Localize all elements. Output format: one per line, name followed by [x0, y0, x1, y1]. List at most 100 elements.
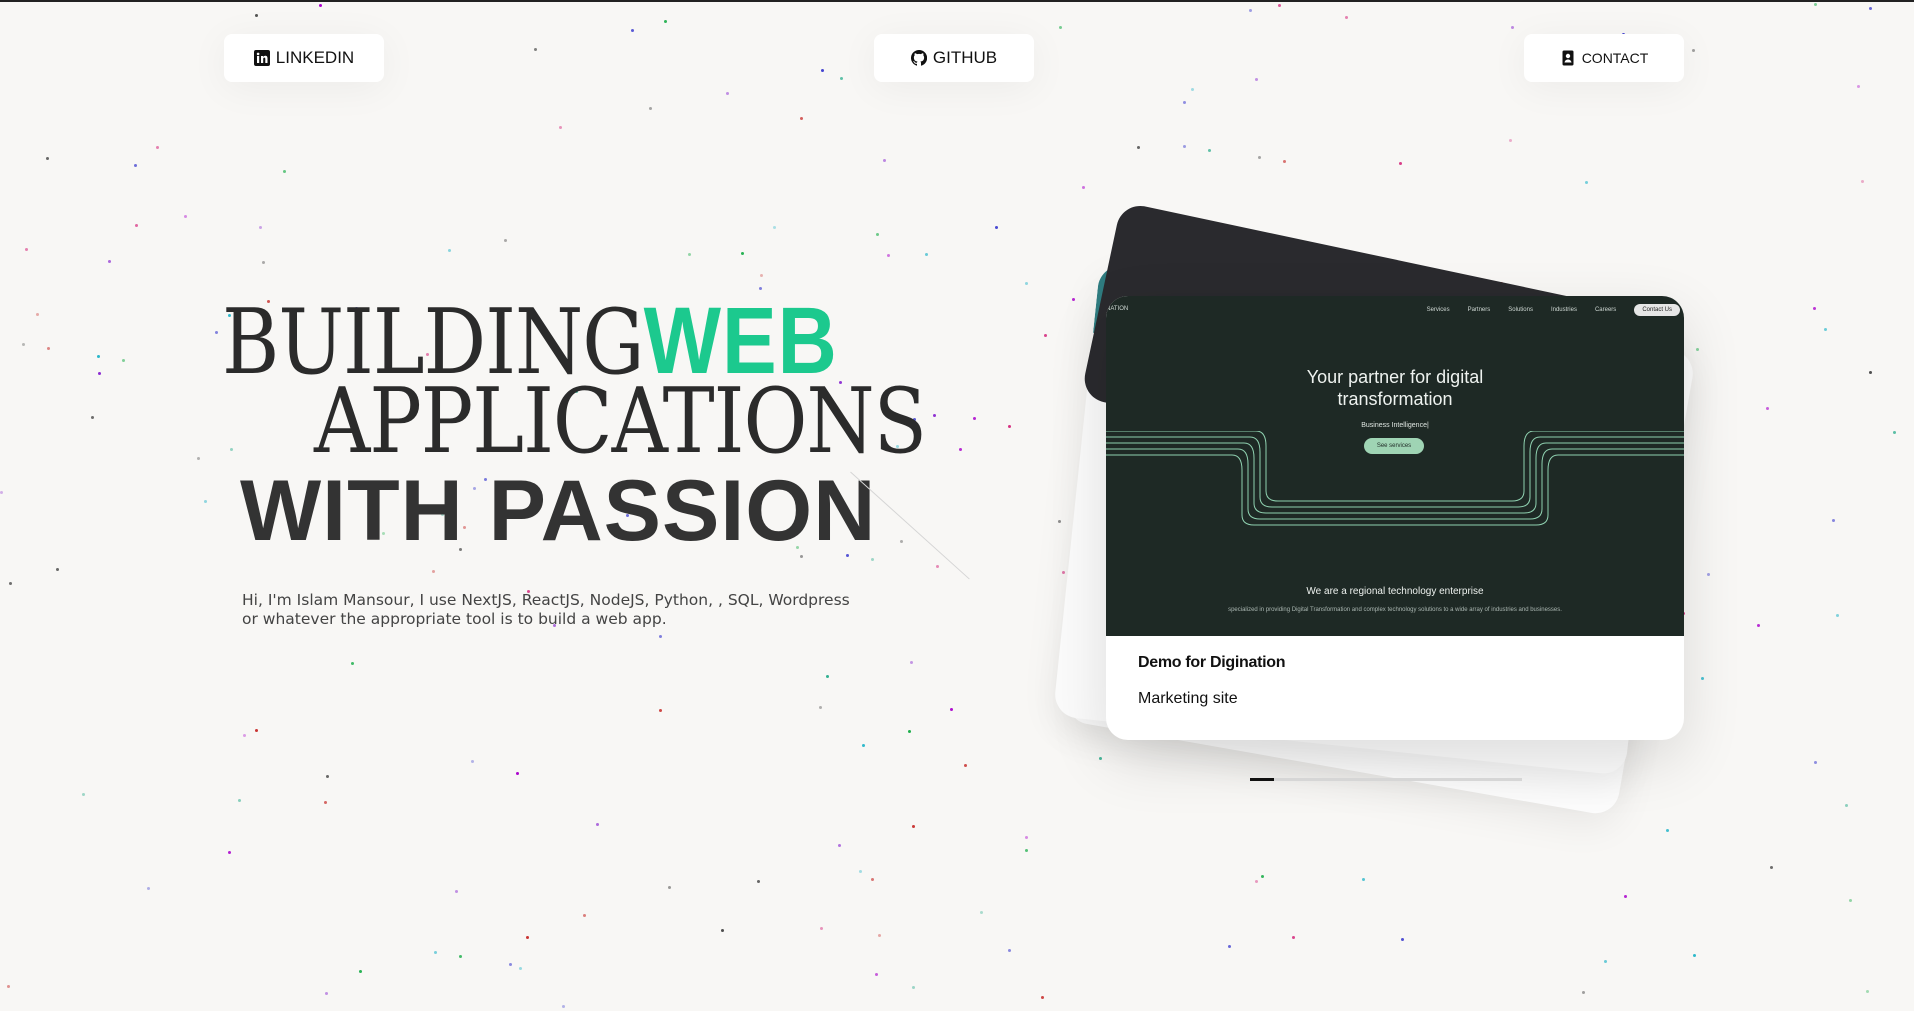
particle	[1183, 145, 1186, 148]
particle	[255, 729, 258, 732]
particle	[875, 973, 878, 976]
particle	[1062, 571, 1065, 574]
particle	[1813, 307, 1816, 310]
particle	[649, 107, 652, 110]
particle	[1283, 160, 1286, 163]
preview-subline: Business Intelligence|	[1361, 422, 1429, 429]
particle	[47, 347, 50, 350]
contact-button[interactable]: CONTACT	[1524, 34, 1684, 82]
particle	[1511, 26, 1514, 29]
particle	[82, 793, 85, 796]
headline-line-3: WITH PASSION	[240, 463, 877, 559]
particle	[820, 927, 823, 930]
particle	[1707, 573, 1710, 576]
particle	[230, 448, 233, 451]
particle	[432, 570, 435, 573]
particle	[1258, 156, 1261, 159]
headline-line-2: APPLICATIONS	[314, 370, 927, 475]
particle	[156, 146, 159, 149]
particle	[448, 249, 451, 252]
particle	[1766, 407, 1769, 410]
preview-cta-button: See services	[1364, 438, 1424, 454]
preview-nav-item: Solutions	[1508, 307, 1533, 313]
particle	[959, 448, 962, 451]
particle	[936, 565, 939, 568]
preview-headline-line-2: transformation	[1337, 389, 1453, 409]
particle	[1893, 431, 1896, 434]
particle	[1399, 162, 1402, 165]
particle	[883, 159, 886, 162]
particle	[36, 313, 39, 316]
particle	[910, 661, 913, 664]
particle	[1008, 425, 1011, 428]
particle	[534, 48, 537, 51]
particle	[757, 880, 760, 883]
intro-text: Hi, I'm Islam Mansour, I use NextJS, Rea…	[242, 591, 850, 628]
github-icon	[910, 50, 927, 66]
particle	[1692, 49, 1695, 52]
preview-nav-cta: Contact Us	[1634, 304, 1680, 316]
particle	[964, 764, 967, 767]
particle	[1845, 804, 1848, 807]
particle	[22, 343, 25, 346]
particle	[760, 274, 763, 277]
particle	[562, 1005, 565, 1008]
particle	[933, 414, 936, 417]
particle	[596, 823, 599, 826]
particle	[326, 775, 329, 778]
particle	[1292, 936, 1295, 939]
particle	[228, 851, 231, 854]
particle	[862, 744, 865, 747]
particle	[122, 359, 125, 362]
particle	[135, 224, 138, 227]
particle	[134, 164, 137, 167]
particle	[840, 77, 843, 80]
particle	[204, 500, 207, 503]
particle	[688, 253, 691, 256]
particle	[859, 870, 862, 873]
particle	[876, 233, 879, 236]
particle	[519, 967, 522, 970]
particle	[900, 540, 903, 543]
particle	[509, 963, 512, 966]
particle	[359, 970, 362, 973]
particle	[319, 4, 322, 7]
particle	[324, 801, 327, 804]
particle	[238, 799, 241, 802]
particle	[1509, 139, 1512, 142]
particle	[821, 69, 824, 72]
particle	[908, 730, 911, 733]
particle	[434, 951, 437, 954]
particle	[471, 760, 474, 763]
project-card[interactable]: NATION Services Partners Solutions Indus…	[1106, 296, 1684, 740]
particle	[1025, 836, 1028, 839]
particle	[1666, 829, 1669, 832]
particle	[726, 92, 729, 95]
particle	[7, 985, 10, 988]
preview-nav: Services Partners Solutions Industries C…	[1427, 304, 1680, 316]
particle	[25, 248, 28, 251]
project-subtitle: Marketing site	[1138, 690, 1238, 707]
particle	[325, 992, 328, 995]
particle	[1582, 991, 1585, 994]
carousel-progress[interactable]	[1250, 778, 1522, 781]
particle	[147, 887, 150, 890]
particle	[1585, 181, 1588, 184]
particle	[1345, 16, 1348, 19]
particle	[741, 252, 744, 255]
particle	[1770, 866, 1773, 869]
contact-label: CONTACT	[1581, 50, 1649, 66]
particle	[668, 886, 671, 889]
linkedin-button[interactable]: LINKEDIN	[224, 34, 384, 82]
preview-logo: NATION	[1106, 306, 1129, 312]
particle	[1058, 520, 1061, 523]
github-button[interactable]: GITHUB	[874, 34, 1034, 82]
particle	[0, 491, 3, 494]
particle	[1866, 990, 1869, 993]
particle	[826, 675, 829, 678]
particle	[995, 226, 998, 229]
particle	[1099, 757, 1102, 760]
particle	[1757, 624, 1760, 627]
particle	[773, 226, 776, 229]
particle	[1059, 26, 1062, 29]
